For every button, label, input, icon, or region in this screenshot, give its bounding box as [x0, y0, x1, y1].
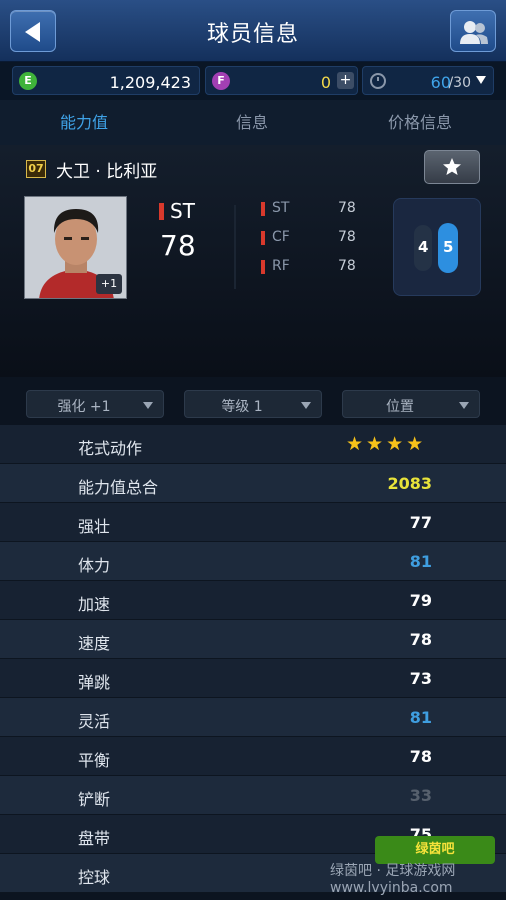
- enhance-dropdown[interactable]: 强化 +1: [26, 390, 164, 418]
- stat-row: 速度 78: [0, 620, 506, 659]
- star-icon: ★: [406, 433, 424, 455]
- currency-bar: E 1,209,423 F 0 + 60 /30: [0, 62, 506, 100]
- alt-position-value: 78: [338, 200, 356, 216]
- weak-foot-value: 4: [418, 238, 429, 256]
- chevron-down-icon: [301, 402, 311, 409]
- position-dropdown-label: 位置: [386, 399, 414, 415]
- stat-name: 控球: [78, 868, 111, 887]
- stats-list: 花式动作 ★ ★ ★ ★ 能力值总合 2083 强壮 77 体力 81 加速 79 速…: [0, 425, 506, 900]
- stat-value: 73: [409, 669, 432, 688]
- stat-row: 弹跳 73: [0, 659, 506, 698]
- tab-bar: 能力值 信息 价格信息: [0, 100, 506, 145]
- stat-value: 81: [409, 708, 432, 727]
- stat-name: 花式动作: [78, 439, 143, 458]
- stat-name: 体力: [78, 556, 111, 575]
- player-name: 大卫 · 比利亚: [56, 162, 158, 182]
- star-icon: ★: [346, 433, 364, 455]
- stat-name: 加速: [78, 595, 111, 614]
- stat-value: 33: [409, 786, 432, 805]
- filter-row: 强化 +1 等级 1 位置: [0, 377, 506, 425]
- stat-name: 灵活: [78, 712, 111, 731]
- enhance-badge: +1: [96, 274, 122, 294]
- stat-row: 铲断 33: [0, 776, 506, 815]
- alt-position: CF: [272, 229, 290, 245]
- position-marker: [261, 202, 265, 216]
- clock-icon: [370, 73, 386, 89]
- stat-row: 灵活 81: [0, 698, 506, 737]
- stat-value: 78: [409, 630, 432, 649]
- favorite-button[interactable]: [424, 150, 480, 184]
- stat-row: 强壮 77: [0, 503, 506, 542]
- stat-value: 79: [409, 591, 432, 610]
- stat-name: 盘带: [78, 829, 111, 848]
- position-marker: [159, 203, 164, 220]
- alt-position: RF: [272, 258, 290, 274]
- stat-row: 体力 81: [0, 542, 506, 581]
- tab-price[interactable]: 价格信息: [336, 100, 504, 145]
- alt-position-value: 78: [338, 229, 356, 245]
- fp-value: 0: [320, 73, 331, 92]
- divider: [234, 205, 236, 289]
- chevron-down-icon: [143, 402, 153, 409]
- main-overall: 78: [160, 229, 196, 262]
- player-photo: +1: [24, 196, 127, 299]
- skill-stars: ★ ★ ★ ★: [346, 435, 426, 454]
- stat-name: 强壮: [78, 517, 111, 536]
- main-position: ST: [170, 199, 195, 223]
- chevron-down-icon: [476, 76, 486, 84]
- ep-box: E 1,209,423: [12, 66, 200, 95]
- tab-abilities[interactable]: 能力值: [0, 100, 168, 145]
- energy-box[interactable]: 60 /30: [362, 66, 494, 95]
- position-marker: [261, 231, 265, 245]
- star-icon: [443, 158, 461, 175]
- stat-name: 速度: [78, 634, 111, 653]
- level-dropdown[interactable]: 等级 1: [184, 390, 322, 418]
- friends-icon: [460, 21, 488, 44]
- position-dropdown[interactable]: 位置: [342, 390, 480, 418]
- alt-position: ST: [272, 200, 290, 216]
- tab-info[interactable]: 信息: [168, 100, 336, 145]
- star-icon: ★: [386, 433, 404, 455]
- header: 球员信息: [0, 0, 506, 62]
- stat-value: 81: [409, 552, 432, 571]
- stat-row: 平衡 78: [0, 737, 506, 776]
- ep-icon: E: [19, 72, 37, 90]
- stat-row: 加速 79: [0, 581, 506, 620]
- player-panel: 07 大卫 · 比利亚 +1 ST 78 ST 78 CF 78 RF 78 4…: [0, 145, 506, 377]
- foot-rating: 4 5: [393, 198, 481, 296]
- stat-name: 弹跳: [78, 673, 111, 692]
- page-title: 球员信息: [206, 22, 299, 47]
- stat-row: 能力值总合 2083: [0, 464, 506, 503]
- fp-icon: F: [212, 72, 230, 90]
- stat-name: 能力值总合: [78, 478, 159, 497]
- stat-name: 铲断: [78, 790, 111, 809]
- ep-value: 1,209,423: [109, 73, 191, 92]
- energy-max: /30: [448, 75, 471, 91]
- season-badge: 07: [26, 160, 46, 178]
- stat-value: 2083: [387, 474, 432, 493]
- add-fp-button[interactable]: +: [337, 72, 354, 89]
- fp-box: F 0 +: [205, 66, 358, 95]
- enhance-dropdown-label: 强化 +1: [57, 399, 111, 415]
- stat-row: 花式动作 ★ ★ ★ ★: [0, 425, 506, 464]
- stat-name: 平衡: [78, 751, 111, 770]
- stat-value: 78: [409, 747, 432, 766]
- watermark-text: 绿茵吧 · 足球游戏网 www.lvyinba.com: [330, 863, 456, 896]
- position-marker: [261, 260, 265, 274]
- alt-position-value: 78: [338, 258, 356, 274]
- friends-button[interactable]: [450, 10, 496, 52]
- chevron-down-icon: [459, 402, 469, 409]
- star-icon: ★: [366, 433, 384, 455]
- level-dropdown-label: 等级 1: [221, 399, 263, 415]
- strong-foot-value: 5: [443, 238, 454, 256]
- stat-value: 77: [409, 513, 432, 532]
